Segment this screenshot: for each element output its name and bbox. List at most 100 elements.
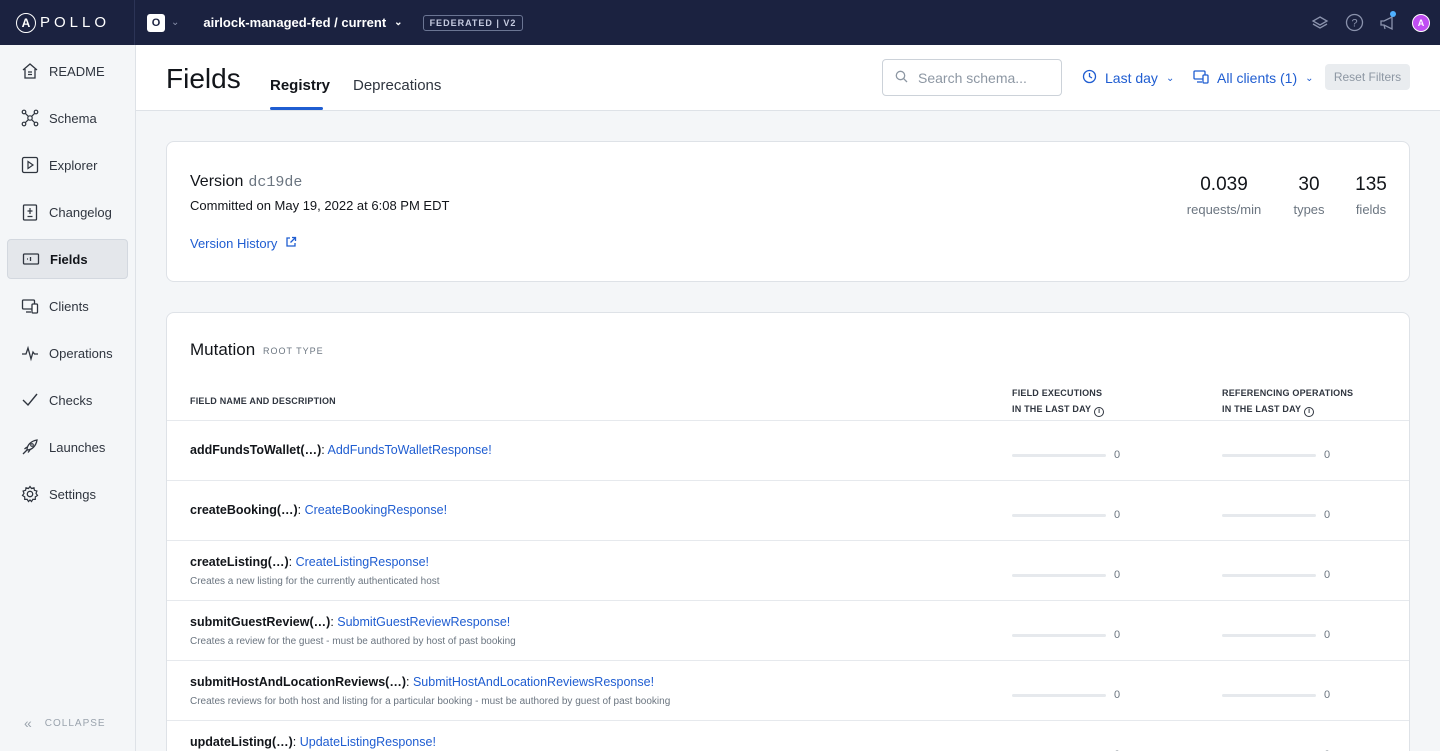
field-name[interactable]: createBooking(…) [190, 503, 298, 517]
apollo-logo[interactable]: A POLLO [0, 0, 135, 45]
user-avatar[interactable]: A [1412, 13, 1430, 32]
reset-filters-button[interactable]: Reset Filters [1325, 64, 1410, 90]
executions-metric: 0 [1012, 509, 1120, 521]
table-row[interactable]: submitGuestReview(…): SubmitGuestReviewR… [167, 600, 1409, 660]
version-label: Version [190, 173, 244, 190]
stat-fields: 135 fields [1353, 174, 1389, 217]
field-name[interactable]: updateListing(…) [190, 735, 293, 749]
sidebar-item-schema[interactable]: Schema [7, 98, 128, 138]
operations-value: 0 [1324, 449, 1331, 461]
stat-label: requests/min [1186, 202, 1262, 217]
search-input[interactable] [918, 69, 1048, 86]
field-name[interactable]: submitGuestReview(…) [190, 615, 330, 629]
committed-date: Committed on May 19, 2022 at 6:08 PM EDT [190, 198, 450, 213]
field-return-type[interactable]: SubmitGuestReviewResponse [337, 615, 507, 629]
operations-bar [1222, 693, 1316, 697]
client-filter[interactable]: All clients (1) ⌄ [1193, 69, 1314, 87]
column-header-operations: REFERENCING OPERATIONS IN THE LAST DAY i [1222, 385, 1353, 417]
sidebar-item-fields[interactable]: Fields [7, 239, 128, 279]
column-header-line: IN THE LAST DAY i [1012, 401, 1105, 417]
sidebar-item-operations[interactable]: Operations [7, 333, 128, 373]
version-history-link[interactable]: Version History [190, 236, 297, 251]
fields-icon [21, 249, 41, 269]
table-row[interactable]: createBooking(…): CreateBookingResponse!… [167, 480, 1409, 540]
operations-value: 0 [1324, 629, 1331, 641]
type-name: Mutation [190, 340, 256, 359]
sidebar-item-label: Fields [50, 251, 88, 267]
field-signature: addFundsToWallet(…): AddFundsToWalletRes… [190, 443, 492, 457]
mutation-type-card: Mutation ROOT TYPE FIELD NAME AND DESCRI… [166, 312, 1410, 751]
sidebar: README Schema Explorer Changelog Fields … [0, 45, 136, 751]
field-signature: submitGuestReview(…): SubmitGuestReviewR… [190, 615, 510, 629]
external-link-icon [285, 236, 297, 251]
executions-value: 0 [1114, 689, 1121, 701]
sidebar-item-changelog[interactable]: Changelog [7, 192, 128, 232]
double-chevron-left-icon: « [24, 715, 33, 731]
field-name[interactable]: createListing(…) [190, 555, 289, 569]
time-range-label: Last day [1105, 70, 1158, 86]
sidebar-item-label: README [49, 63, 105, 79]
clients-icon [20, 296, 40, 316]
executions-metric: 0 [1012, 569, 1120, 581]
apollo-logo-text: POLLO [40, 14, 111, 31]
tab-deprecations[interactable]: Deprecations [353, 77, 441, 94]
table-row[interactable]: submitHostAndLocationReviews(…): SubmitH… [167, 660, 1409, 720]
field-return-type[interactable]: AddFundsToWalletResponse [328, 443, 489, 457]
chevron-down-icon: ⌄ [1165, 72, 1175, 84]
table-row[interactable]: addFundsToWallet(…): AddFundsToWalletRes… [167, 420, 1409, 480]
collapse-label: COLLAPSE [44, 717, 106, 729]
executions-value: 0 [1114, 629, 1121, 641]
field-separator: : [292, 735, 300, 749]
search-box[interactable] [882, 59, 1062, 96]
graph-switcher[interactable]: airlock-managed-fed / current ⌄ [203, 15, 402, 30]
info-icon[interactable]: i [1304, 407, 1315, 417]
column-header-line: IN THE LAST DAY i [1222, 401, 1353, 417]
sidebar-item-clients[interactable]: Clients [7, 286, 128, 326]
version-card: Version dc19de Committed on May 19, 2022… [166, 141, 1410, 282]
layers-icon[interactable] [1310, 13, 1330, 33]
table-row[interactable]: createListing(…): CreateListingResponse!… [167, 540, 1409, 600]
field-return-type[interactable]: SubmitHostAndLocationReviewsResponse [413, 675, 651, 689]
executions-metric: 0 [1012, 629, 1120, 641]
changelog-icon [20, 202, 40, 222]
field-name[interactable]: submitHostAndLocationReviews(…) [190, 675, 406, 689]
sidebar-item-settings[interactable]: Settings [7, 474, 128, 514]
top-bar: A POLLO O ⌄ airlock-managed-fed / curren… [0, 0, 1440, 45]
version-hash: dc19de [248, 174, 303, 191]
field-non-null: ! [443, 503, 448, 517]
field-signature: submitHostAndLocationReviews(…): SubmitH… [190, 675, 654, 689]
time-range-filter[interactable]: Last day ⌄ [1082, 69, 1174, 87]
sidebar-item-explorer[interactable]: Explorer [7, 145, 128, 185]
clients-icon [1193, 69, 1209, 87]
stat-value: 0.039 [1200, 174, 1248, 195]
collapse-button[interactable]: « COLLAPSE [24, 715, 106, 731]
sidebar-item-checks[interactable]: Checks [7, 380, 128, 420]
sidebar-item-readme[interactable]: README [7, 51, 128, 91]
sidebar-item-label: Schema [49, 110, 97, 126]
operations-metric: 0 [1222, 449, 1330, 461]
info-icon[interactable]: i [1094, 407, 1105, 417]
column-header-line: FIELD EXECUTIONS [1012, 388, 1103, 398]
field-signature: updateListing(…): UpdateListingResponse! [190, 735, 436, 749]
column-header-executions: FIELD EXECUTIONS IN THE LAST DAY i [1012, 385, 1105, 417]
sidebar-item-launches[interactable]: Launches [7, 427, 128, 467]
checkmark-icon [20, 390, 40, 410]
field-separator: : [288, 555, 296, 569]
executions-value: 0 [1114, 449, 1121, 461]
field-return-type[interactable]: CreateListingResponse [296, 555, 426, 569]
executions-metric: 0 [1012, 449, 1120, 461]
chevron-down-icon: ⌄ [394, 17, 403, 28]
table-row[interactable]: updateListing(…): UpdateListingResponse!… [167, 720, 1409, 751]
field-description: Creates reviews for both host and listin… [190, 696, 671, 707]
field-description: Creates a review for the guest - must be… [190, 636, 516, 647]
search-icon [895, 70, 908, 86]
help-icon[interactable]: ? [1344, 13, 1364, 33]
field-name[interactable]: addFundsToWallet(…) [190, 443, 321, 457]
tab-registry[interactable]: Registry [270, 77, 330, 94]
operations-value: 0 [1324, 569, 1331, 581]
field-return-type[interactable]: UpdateListingResponse [300, 735, 433, 749]
org-switcher[interactable]: O ⌄ [147, 13, 179, 32]
field-return-type[interactable]: CreateBookingResponse [305, 503, 444, 517]
stat-value: 30 [1298, 174, 1320, 195]
pulse-icon [20, 343, 40, 363]
